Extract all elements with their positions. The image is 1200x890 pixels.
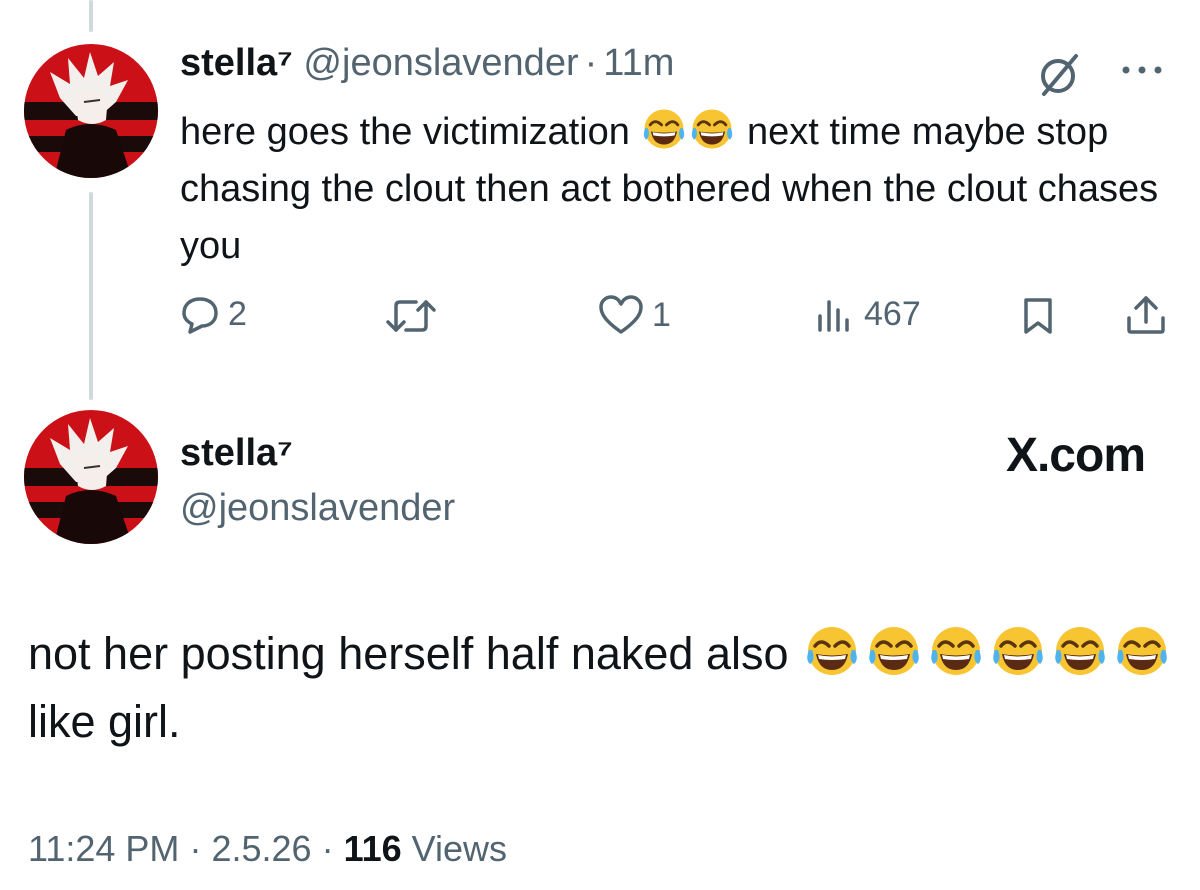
tears-of-joy-emoji-icon — [929, 624, 983, 678]
like-button[interactable]: 1 — [598, 294, 671, 336]
retweet-icon — [386, 300, 436, 332]
reply-icon — [182, 297, 218, 334]
view-count: 467 — [864, 294, 921, 333]
tears-of-joy-emoji-icon — [867, 624, 921, 678]
tweet-text-part1: here goes the victimization — [180, 111, 630, 153]
separator: · — [321, 828, 334, 869]
tweet-text-part2: like girl. — [28, 696, 181, 747]
share-icon — [1127, 296, 1165, 334]
tears-of-joy-emoji-icon — [805, 624, 859, 678]
action-bar: 2 1 467 — [0, 292, 1200, 342]
reply-count: 2 — [228, 294, 247, 333]
more-icon[interactable] — [1116, 60, 1172, 80]
timestamp[interactable]: 11m — [603, 42, 674, 84]
bookmark-button[interactable] — [1018, 296, 1058, 336]
post-time[interactable]: 11:24 PM — [28, 828, 179, 869]
tears-of-joy-emoji-icon — [690, 107, 734, 151]
avatar[interactable] — [24, 44, 158, 178]
user-handle[interactable]: @jeonslavender — [303, 42, 578, 84]
tears-of-joy-emoji-icon — [642, 107, 686, 151]
tears-of-joy-emoji-icon — [991, 624, 1045, 678]
avatar[interactable] — [24, 410, 158, 544]
tweet-text-part1: not her posting herself half naked also — [28, 628, 789, 679]
heart-icon — [599, 295, 643, 334]
grok-icon[interactable] — [1036, 50, 1084, 98]
thread-line-top — [89, 0, 93, 32]
tears-of-joy-emoji-icon — [1053, 624, 1107, 678]
reply-tweet-header: stella⁷ @jeonslavender · 11m — [180, 42, 674, 85]
display-name[interactable]: stella⁷ — [180, 432, 293, 475]
post-date[interactable]: 2.5.26 — [211, 828, 311, 869]
analytics-icon — [818, 300, 849, 332]
reply-button[interactable]: 2 — [180, 294, 247, 334]
views-label: Views — [411, 828, 508, 869]
views-button[interactable]: 467 — [812, 294, 921, 334]
tears-of-joy-emoji-icon — [1115, 624, 1169, 678]
views-count: 116 — [343, 828, 402, 869]
tweet-meta: 11:24 PM · 2.5.26 · 116 Views — [28, 828, 507, 870]
xcom-watermark: X.com — [1005, 429, 1146, 482]
separator: · — [584, 42, 598, 84]
reply-tweet-text: here goes the victimization next time ma… — [180, 104, 1160, 275]
separator: · — [189, 828, 202, 869]
user-handle[interactable]: @jeonslavender — [180, 487, 455, 530]
bookmark-icon — [1024, 298, 1052, 334]
share-button[interactable] — [1124, 294, 1168, 336]
display-name[interactable]: stella⁷ — [180, 42, 293, 84]
main-tweet-text: not her posting herself half naked also … — [28, 620, 1178, 756]
retweet-button[interactable] — [384, 296, 446, 336]
like-count: 1 — [652, 295, 671, 334]
